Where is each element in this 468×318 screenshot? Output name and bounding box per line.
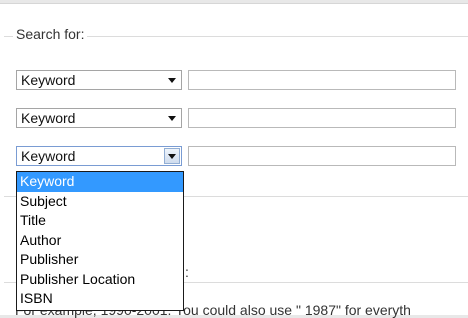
- field-select-1[interactable]: Keyword: [16, 70, 182, 90]
- dropdown-option-publisher[interactable]: Publisher: [17, 250, 183, 270]
- search-input-2[interactable]: [188, 108, 456, 128]
- dropdown-option-isbn[interactable]: ISBN: [17, 289, 183, 309]
- dropdown-option-keyword[interactable]: Keyword: [17, 172, 183, 192]
- section-label-colon: :: [185, 264, 189, 280]
- dropdown-option-title[interactable]: Title: [17, 211, 183, 231]
- search-input-3[interactable]: [188, 146, 456, 166]
- dropdown-option-author[interactable]: Author: [17, 231, 183, 251]
- field-select-3[interactable]: Keyword: [16, 146, 182, 166]
- chevron-down-icon: [168, 116, 176, 121]
- chevron-down-icon: [168, 78, 176, 83]
- search-input-1[interactable]: [188, 70, 456, 90]
- dropdown-button[interactable]: [164, 148, 180, 164]
- search-legend: Search for:: [13, 26, 88, 42]
- field-select-2[interactable]: Keyword: [16, 108, 182, 128]
- field-select-1-value: Keyword: [21, 72, 76, 88]
- chevron-down-icon: [168, 154, 176, 159]
- field-select-3-value: Keyword: [21, 148, 76, 164]
- dropdown-option-publisher-location[interactable]: Publisher Location: [17, 270, 183, 290]
- dropdown-option-subject[interactable]: Subject: [17, 192, 183, 212]
- field-dropdown-list[interactable]: Keyword Subject Title Author Publisher P…: [16, 171, 184, 311]
- search-panel: Search for: Keyword Keyword Keyword : Fo…: [0, 3, 468, 318]
- field-select-2-value: Keyword: [21, 110, 76, 126]
